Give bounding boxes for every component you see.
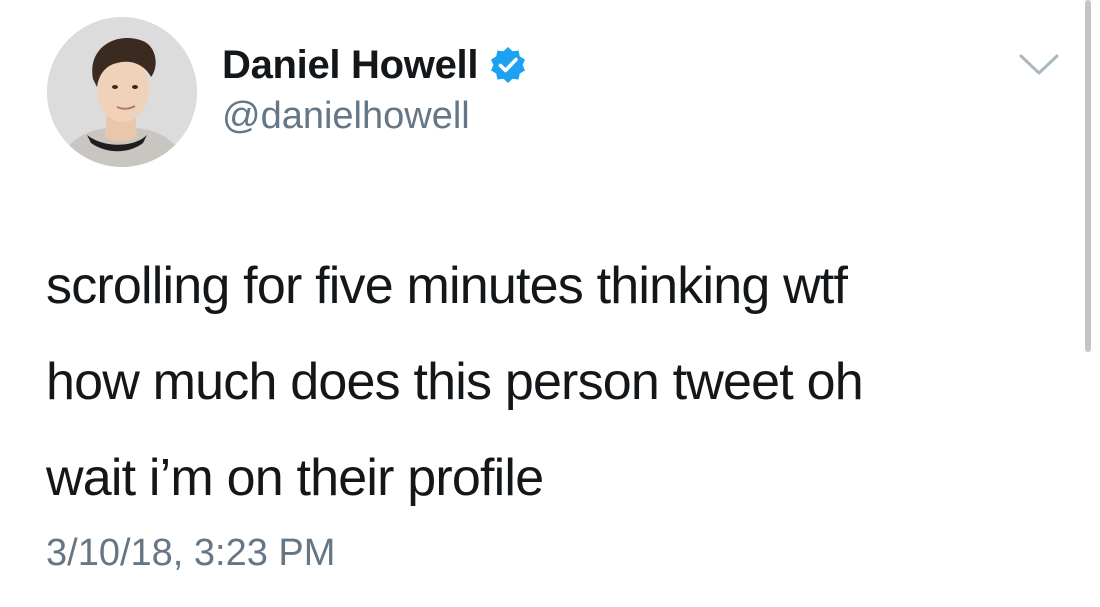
author-name[interactable]: Daniel Howell [222, 43, 478, 88]
tweet-timestamp[interactable]: 3/10/18, 3:23 PM [46, 532, 335, 575]
author-row: Daniel Howell [222, 40, 528, 90]
verified-badge-icon [488, 45, 528, 85]
tweet-text-line: scrolling for five minutes thinking wtf [46, 257, 848, 315]
author-handle[interactable]: @danielhowell [222, 95, 470, 138]
scrollbar[interactable] [1085, 0, 1091, 352]
tweet-card: Daniel Howell @danielhowell scrolling fo… [0, 0, 1100, 607]
tweet-text-line: how much does this person tweet oh [46, 353, 864, 411]
avatar-photo [47, 17, 197, 167]
chevron-down-icon[interactable] [1018, 52, 1060, 78]
tweet-text: scrolling for five minutes thinking wtf … [46, 238, 1066, 526]
tweet-text-line: wait i’m on their profile [46, 449, 544, 507]
avatar[interactable] [47, 17, 197, 167]
